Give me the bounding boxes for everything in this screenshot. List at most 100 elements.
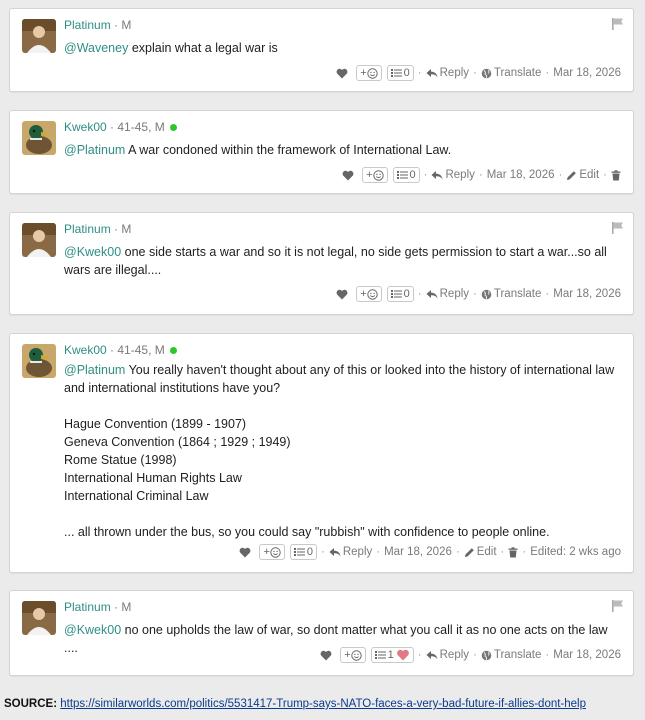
reply-button[interactable]: Reply <box>329 546 372 558</box>
username-link[interactable]: Kwek00 <box>64 343 107 357</box>
add-reaction-button[interactable]: + <box>340 647 366 663</box>
translate-button[interactable]: Translate <box>481 649 542 661</box>
reply-button[interactable]: Reply <box>426 67 469 79</box>
smiley-icon <box>350 649 362 661</box>
translate-label: Translate <box>493 288 542 300</box>
reaction-list-button[interactable]: 0 <box>386 286 414 302</box>
reply-label: Reply <box>342 546 373 558</box>
reaction-list-button[interactable]: 0 <box>289 544 317 560</box>
reaction-count: 0 <box>409 169 416 181</box>
comment-header: Platinum · M <box>64 600 131 614</box>
edit-button[interactable]: Edit <box>464 546 497 558</box>
trash-icon[interactable] <box>611 169 621 181</box>
reply-button[interactable]: Reply <box>431 169 475 181</box>
reaction-list-button[interactable]: 0 <box>392 167 420 183</box>
comment-date: Mar 18, 2026 <box>384 546 452 558</box>
username-link[interactable]: Platinum <box>64 18 111 32</box>
add-reaction-button[interactable]: + <box>356 65 382 81</box>
reply-label: Reply <box>439 649 470 661</box>
reply-label: Reply <box>439 288 470 300</box>
reply-label: Reply <box>439 67 470 79</box>
comment-card: Platinum · M @Waveney explain what a leg… <box>9 8 634 92</box>
comment-date: Mar 18, 2026 <box>553 649 621 661</box>
comment-body: @Waveney explain what a legal war is <box>64 39 619 57</box>
source-caption: SOURCE: https://similarworlds.com/politi… <box>4 698 586 710</box>
mention-link[interactable]: @Waveney <box>64 41 128 55</box>
heart-reaction-icon <box>396 649 409 661</box>
mention-link[interactable]: @Platinum <box>64 143 125 157</box>
comment-card: Platinum · M @Kwek00 no one upholds the … <box>9 590 634 676</box>
list-icon <box>396 171 408 179</box>
globe-icon <box>481 289 492 299</box>
pencil-icon <box>567 170 577 180</box>
flag-icon[interactable] <box>611 599 625 613</box>
user-meta: · M <box>114 600 132 614</box>
heart-icon[interactable] <box>342 170 354 181</box>
user-meta: · 41-45, M <box>110 343 165 357</box>
reply-button[interactable]: Reply <box>426 649 469 661</box>
flag-icon[interactable] <box>611 221 625 235</box>
list-icon <box>374 651 386 659</box>
globe-icon <box>481 68 492 78</box>
comment-text: explain what a legal war is <box>128 41 278 55</box>
comment-actions: + 1 · Reply · Translate · Mar 18, 2026 <box>320 646 621 664</box>
translate-label: Translate <box>493 67 542 79</box>
add-reaction-button[interactable]: + <box>356 286 382 302</box>
mention-link[interactable]: @Platinum <box>64 363 125 377</box>
reply-button[interactable]: Reply <box>426 288 469 300</box>
edit-label: Edit <box>476 546 497 558</box>
comment-line: Hague Convention (1899 - 1907) <box>64 417 247 431</box>
globe-icon <box>481 650 492 660</box>
reply-label: Reply <box>445 169 475 181</box>
flag-icon[interactable] <box>611 17 625 31</box>
mention-link[interactable]: @Kwek00 <box>64 623 121 637</box>
translate-button[interactable]: Translate <box>481 288 542 300</box>
username-link[interactable]: Platinum <box>64 222 111 236</box>
add-reaction-button[interactable]: + <box>362 167 388 183</box>
comment-line: Rome Statue (1998) <box>64 453 177 467</box>
avatar[interactable] <box>22 601 56 635</box>
translate-button[interactable]: Translate <box>481 67 542 79</box>
comment-text: You really haven't thought about any of … <box>64 363 615 395</box>
edit-button[interactable]: Edit <box>566 169 599 181</box>
comment-date: Mar 18, 2026 <box>553 288 621 300</box>
username-link[interactable]: Platinum <box>64 600 111 614</box>
avatar[interactable] <box>22 19 56 53</box>
comment-text: one side starts a war and so it is not l… <box>64 245 607 277</box>
user-meta: · 41-45, M <box>110 120 165 134</box>
mention-link[interactable]: @Kwek00 <box>64 245 121 259</box>
comment-card: Kwek00 · 41-45, M @Platinum A war condon… <box>9 110 634 194</box>
comment-body: @Kwek00 one side starts a war and so it … <box>64 243 619 279</box>
source-link[interactable]: https://similarworlds.com/politics/55314… <box>60 698 586 710</box>
heart-icon[interactable] <box>336 289 348 300</box>
reaction-count: 0 <box>403 288 410 300</box>
comment-header: Platinum · M <box>64 18 131 32</box>
user-meta: · M <box>114 18 132 32</box>
smiley-icon <box>366 288 378 300</box>
translate-label: Translate <box>493 649 542 661</box>
heart-icon[interactable] <box>336 68 348 79</box>
comment-line: Geneva Convention (1864 ; 1929 ; 1949) <box>64 435 291 449</box>
username-link[interactable]: Kwek00 <box>64 120 107 134</box>
comment-card: Platinum · M @Kwek00 one side starts a w… <box>9 212 634 315</box>
avatar[interactable] <box>22 223 56 257</box>
reaction-list-button[interactable]: 1 <box>370 647 414 663</box>
user-meta: · M <box>114 222 132 236</box>
heart-icon[interactable] <box>320 650 332 661</box>
add-reaction-button[interactable]: + <box>259 544 285 560</box>
reaction-list-button[interactable]: 0 <box>386 65 414 81</box>
edit-label: Edit <box>579 169 600 181</box>
online-status-dot <box>169 346 177 354</box>
avatar[interactable] <box>22 344 56 378</box>
comment-line <box>64 397 619 415</box>
reaction-count: 0 <box>403 67 410 79</box>
avatar[interactable] <box>22 121 56 155</box>
reply-arrow-icon <box>329 548 341 557</box>
smiley-icon <box>372 169 384 181</box>
heart-icon[interactable] <box>239 547 251 558</box>
comment-actions: + 0 · Reply · Translate · Mar 18, 2026 <box>336 64 621 82</box>
comment-line: ... all thrown under the bus, so you cou… <box>64 525 550 539</box>
online-status-dot <box>169 123 177 131</box>
trash-icon[interactable] <box>508 546 518 558</box>
comment-date: Mar 18, 2026 <box>486 169 555 181</box>
